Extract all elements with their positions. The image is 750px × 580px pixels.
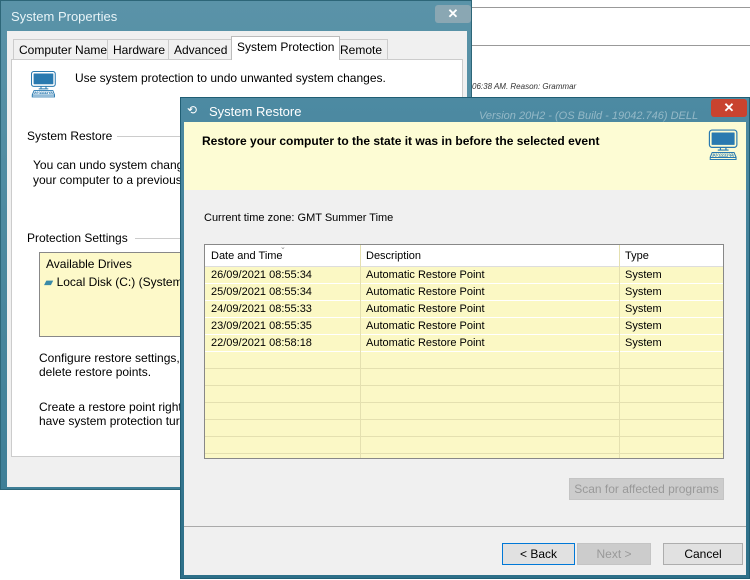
table-row[interactable]: 24/09/2021 08:55:33 Automatic Restore Poi… xyxy=(205,301,723,318)
tab-computer-name[interactable]: Computer Name xyxy=(13,39,114,59)
empty-row xyxy=(205,369,723,386)
intro-text: Use system protection to undo unwanted s… xyxy=(75,71,386,85)
restore-text: your computer to a previous r xyxy=(33,173,190,187)
empty-row xyxy=(205,386,723,403)
table-cell: System xyxy=(625,303,662,315)
configure-text: Configure restore settings, m xyxy=(39,351,194,365)
tab-hardware[interactable]: Hardware xyxy=(107,39,172,59)
empty-row xyxy=(205,420,723,437)
close-button[interactable]: ✕ xyxy=(711,99,747,117)
table-cell: 26/09/2021 08:55:34 xyxy=(211,269,312,281)
window-title: System Properties xyxy=(11,9,118,24)
table-row[interactable]: 23/09/2021 08:55:35 Automatic Restore Poi… xyxy=(205,318,723,335)
table-cell: Automatic Restore Point xyxy=(366,337,485,349)
cancel-button[interactable]: Cancel xyxy=(663,543,743,565)
timezone-label: Current time zone: GMT Summer Time xyxy=(204,212,394,224)
create-text: have system protection turn xyxy=(39,414,187,428)
system-restore-icon: 🖥 xyxy=(704,129,743,162)
table-cell: Automatic Restore Point xyxy=(366,320,485,332)
system-restore-title-icon: ⟲ xyxy=(187,103,198,117)
table-cell: Automatic Restore Point xyxy=(366,269,485,281)
empty-row xyxy=(205,437,723,454)
background-version-text: Version 20H2 - (OS Build - 19042.746) DE… xyxy=(479,110,699,122)
table-header: Date and Time ⌄ Description Type xyxy=(205,245,723,267)
dialog-title: System Restore xyxy=(209,104,302,119)
tab-remote[interactable]: Remote xyxy=(334,39,389,59)
back-button[interactable]: < Back xyxy=(502,543,575,565)
drives-header: Available Drives xyxy=(46,257,132,271)
column-header-date[interactable]: Date and Time xyxy=(211,250,283,262)
column-header-type[interactable]: Type xyxy=(625,250,649,262)
drive-icon: ▰ xyxy=(44,275,54,289)
column-divider[interactable] xyxy=(619,245,620,458)
edit-note: 06:38 AM. Reason: Grammar xyxy=(472,82,577,91)
scan-affected-programs-button[interactable]: Scan for affected programs xyxy=(569,478,724,500)
empty-row xyxy=(205,352,723,369)
table-cell: 25/09/2021 08:55:34 xyxy=(211,286,312,298)
drive-item[interactable]: ▰ Local Disk (C:) (System xyxy=(44,275,183,289)
table-cell: System xyxy=(625,320,662,332)
tab-advanced[interactable]: Advanced xyxy=(168,39,234,59)
drives-list[interactable]: Available Drives ▰ Local Disk (C:) (Syst… xyxy=(39,252,189,337)
divider xyxy=(470,7,750,8)
table-cell: System xyxy=(625,269,662,281)
restore-text: You can undo system change xyxy=(33,158,191,172)
close-button[interactable]: ✕ xyxy=(435,5,471,23)
tab-system-protection[interactable]: System Protection xyxy=(231,36,341,60)
create-text: Create a restore point right r xyxy=(39,400,190,414)
table-cell: System xyxy=(625,286,662,298)
table-cell: 23/09/2021 08:55:35 xyxy=(211,320,312,332)
column-divider[interactable] xyxy=(360,245,361,458)
column-header-description[interactable]: Description xyxy=(366,250,421,262)
table-cell: Automatic Restore Point xyxy=(366,286,485,298)
table-cell: Automatic Restore Point xyxy=(366,303,485,315)
header-banner: Restore your computer to the state it wa… xyxy=(184,122,746,190)
restore-points-table[interactable]: Date and Time ⌄ Description Type 26/09/2… xyxy=(204,244,724,459)
table-row[interactable]: 22/09/2021 08:58:18 Automatic Restore Poi… xyxy=(205,335,723,352)
group-label-system-restore: System Restore xyxy=(27,129,113,143)
configure-text: delete restore points. xyxy=(39,365,152,379)
drive-label: Local Disk (C:) (System xyxy=(56,275,183,289)
heading: Restore your computer to the state it wa… xyxy=(202,134,600,148)
table-cell: 24/09/2021 08:55:33 xyxy=(211,303,312,315)
table-cell: System xyxy=(625,337,662,349)
divider xyxy=(470,45,750,46)
system-protection-icon: 🖥 xyxy=(27,69,61,99)
empty-row xyxy=(205,454,723,458)
system-restore-dialog: ⟲ System Restore Version 20H2 - (OS Buil… xyxy=(180,97,750,579)
sort-arrow-icon: ⌄ xyxy=(280,244,286,251)
empty-row xyxy=(205,403,723,420)
table-row[interactable]: 25/09/2021 08:55:34 Automatic Restore Poi… xyxy=(205,284,723,301)
table-row[interactable]: 26/09/2021 08:55:34 Automatic Restore Poi… xyxy=(205,267,723,284)
next-button[interactable]: Next > xyxy=(577,543,651,565)
group-label-protection-settings: Protection Settings xyxy=(27,231,128,245)
table-cell: 22/09/2021 08:58:18 xyxy=(211,337,312,349)
